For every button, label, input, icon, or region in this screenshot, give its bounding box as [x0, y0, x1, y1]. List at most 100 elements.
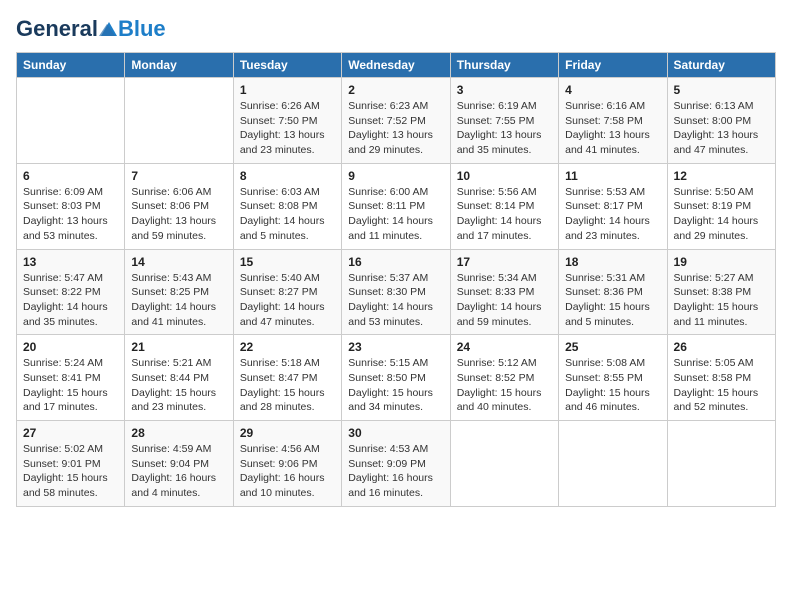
day-cell: 29Sunrise: 4:56 AM Sunset: 9:06 PM Dayli… [233, 421, 341, 507]
day-cell: 3 Sunrise: 6:19 AM Sunset: 7:55 PM Daylig… [450, 78, 558, 164]
day-cell: 14 Sunrise: 5:43 AM Sunset: 8:25 PM Dayli… [125, 249, 233, 335]
day-cell [667, 421, 775, 507]
day-number: 15 [240, 255, 335, 269]
logo-blue: Blue [118, 16, 166, 42]
day-cell [559, 421, 667, 507]
page-header: General Blue [16, 16, 776, 42]
day-cell [450, 421, 558, 507]
day-number: 10 [457, 169, 552, 183]
day-detail: Sunrise: 6:16 AM Sunset: 7:58 PM Dayligh… [565, 99, 660, 158]
day-number: 29 [240, 426, 335, 440]
day-number: 8 [240, 169, 335, 183]
day-header-sunday: Sunday [17, 53, 125, 78]
day-number: 4 [565, 83, 660, 97]
day-detail: Sunrise: 5:47 AM Sunset: 8:22 PM Dayligh… [23, 271, 118, 330]
day-number: 20 [23, 340, 118, 354]
week-row-3: 13 Sunrise: 5:47 AM Sunset: 8:22 PM Dayli… [17, 249, 776, 335]
day-detail: Sunrise: 6:06 AM Sunset: 8:06 PM Dayligh… [131, 185, 226, 244]
day-detail: Sunrise: 5:27 AM Sunset: 8:38 PM Dayligh… [674, 271, 769, 330]
day-number: 12 [674, 169, 769, 183]
day-detail: Sunrise: 6:19 AM Sunset: 7:55 PM Dayligh… [457, 99, 552, 158]
day-number: 16 [348, 255, 443, 269]
day-number: 22 [240, 340, 335, 354]
day-header-thursday: Thursday [450, 53, 558, 78]
day-detail: Sunrise: 5:08 AM Sunset: 8:55 PM Dayligh… [565, 356, 660, 415]
day-detail: Sunrise: 6:13 AM Sunset: 8:00 PM Dayligh… [674, 99, 769, 158]
day-number: 9 [348, 169, 443, 183]
logo: General Blue [16, 16, 166, 42]
day-number: 26 [674, 340, 769, 354]
day-number: 14 [131, 255, 226, 269]
day-number: 27 [23, 426, 118, 440]
day-cell: 9 Sunrise: 6:00 AM Sunset: 8:11 PM Daylig… [342, 163, 450, 249]
day-cell: 18 Sunrise: 5:31 AM Sunset: 8:36 PM Dayli… [559, 249, 667, 335]
day-cell: 19 Sunrise: 5:27 AM Sunset: 8:38 PM Dayli… [667, 249, 775, 335]
day-detail: Sunrise: 6:26 AM Sunset: 7:50 PM Dayligh… [240, 99, 335, 158]
day-number: 7 [131, 169, 226, 183]
day-cell: 17Sunrise: 5:34 AM Sunset: 8:33 PM Dayli… [450, 249, 558, 335]
day-cell: 2 Sunrise: 6:23 AM Sunset: 7:52 PM Daylig… [342, 78, 450, 164]
day-detail: Sunrise: 5:34 AM Sunset: 8:33 PM Dayligh… [457, 271, 552, 330]
day-number: 25 [565, 340, 660, 354]
day-number: 23 [348, 340, 443, 354]
day-cell [17, 78, 125, 164]
day-cell: 4 Sunrise: 6:16 AM Sunset: 7:58 PM Daylig… [559, 78, 667, 164]
day-cell: 12 Sunrise: 5:50 AM Sunset: 8:19 PM Dayli… [667, 163, 775, 249]
day-detail: Sunrise: 6:00 AM Sunset: 8:11 PM Dayligh… [348, 185, 443, 244]
week-row-4: 20Sunrise: 5:24 AM Sunset: 8:41 PM Dayli… [17, 335, 776, 421]
day-cell: 21 Sunrise: 5:21 AM Sunset: 8:44 PM Dayli… [125, 335, 233, 421]
day-number: 5 [674, 83, 769, 97]
day-detail: Sunrise: 5:40 AM Sunset: 8:27 PM Dayligh… [240, 271, 335, 330]
day-cell: 23 Sunrise: 5:15 AM Sunset: 8:50 PM Dayli… [342, 335, 450, 421]
day-cell: 13 Sunrise: 5:47 AM Sunset: 8:22 PM Dayli… [17, 249, 125, 335]
day-detail: Sunrise: 5:15 AM Sunset: 8:50 PM Dayligh… [348, 356, 443, 415]
day-detail: Sunrise: 5:12 AM Sunset: 8:52 PM Dayligh… [457, 356, 552, 415]
day-number: 21 [131, 340, 226, 354]
day-cell: 6Sunrise: 6:09 AM Sunset: 8:03 PM Daylig… [17, 163, 125, 249]
day-cell: 24Sunrise: 5:12 AM Sunset: 8:52 PM Dayli… [450, 335, 558, 421]
day-number: 3 [457, 83, 552, 97]
day-number: 13 [23, 255, 118, 269]
day-number: 2 [348, 83, 443, 97]
day-cell: 15 Sunrise: 5:40 AM Sunset: 8:27 PM Dayli… [233, 249, 341, 335]
calendar-table: SundayMondayTuesdayWednesdayThursdayFrid… [16, 52, 776, 507]
day-cell: 27 Sunrise: 5:02 AM Sunset: 9:01 PM Dayli… [17, 421, 125, 507]
day-header-wednesday: Wednesday [342, 53, 450, 78]
week-row-2: 6Sunrise: 6:09 AM Sunset: 8:03 PM Daylig… [17, 163, 776, 249]
day-header-tuesday: Tuesday [233, 53, 341, 78]
day-cell: 16 Sunrise: 5:37 AM Sunset: 8:30 PM Dayli… [342, 249, 450, 335]
day-detail: Sunrise: 5:56 AM Sunset: 8:14 PM Dayligh… [457, 185, 552, 244]
day-detail: Sunrise: 4:53 AM Sunset: 9:09 PM Dayligh… [348, 442, 443, 501]
day-cell: 25 Sunrise: 5:08 AM Sunset: 8:55 PM Dayli… [559, 335, 667, 421]
day-number: 1 [240, 83, 335, 97]
day-detail: Sunrise: 5:43 AM Sunset: 8:25 PM Dayligh… [131, 271, 226, 330]
day-cell: 11 Sunrise: 5:53 AM Sunset: 8:17 PM Dayli… [559, 163, 667, 249]
day-header-friday: Friday [559, 53, 667, 78]
day-detail: Sunrise: 5:37 AM Sunset: 8:30 PM Dayligh… [348, 271, 443, 330]
day-cell: 7 Sunrise: 6:06 AM Sunset: 8:06 PM Daylig… [125, 163, 233, 249]
day-number: 18 [565, 255, 660, 269]
day-cell: 30Sunrise: 4:53 AM Sunset: 9:09 PM Dayli… [342, 421, 450, 507]
day-number: 28 [131, 426, 226, 440]
logo-icon [99, 22, 117, 36]
day-detail: Sunrise: 5:21 AM Sunset: 8:44 PM Dayligh… [131, 356, 226, 415]
day-header-saturday: Saturday [667, 53, 775, 78]
day-number: 19 [674, 255, 769, 269]
week-row-5: 27 Sunrise: 5:02 AM Sunset: 9:01 PM Dayli… [17, 421, 776, 507]
day-cell: 1 Sunrise: 6:26 AM Sunset: 7:50 PM Daylig… [233, 78, 341, 164]
day-detail: Sunrise: 6:03 AM Sunset: 8:08 PM Dayligh… [240, 185, 335, 244]
day-number: 11 [565, 169, 660, 183]
day-detail: Sunrise: 5:53 AM Sunset: 8:17 PM Dayligh… [565, 185, 660, 244]
day-detail: Sunrise: 5:18 AM Sunset: 8:47 PM Dayligh… [240, 356, 335, 415]
day-cell: 8 Sunrise: 6:03 AM Sunset: 8:08 PM Daylig… [233, 163, 341, 249]
day-cell: 22 Sunrise: 5:18 AM Sunset: 8:47 PM Dayli… [233, 335, 341, 421]
day-detail: Sunrise: 5:50 AM Sunset: 8:19 PM Dayligh… [674, 185, 769, 244]
day-detail: Sunrise: 6:23 AM Sunset: 7:52 PM Dayligh… [348, 99, 443, 158]
week-row-1: 1 Sunrise: 6:26 AM Sunset: 7:50 PM Daylig… [17, 78, 776, 164]
day-detail: Sunrise: 5:31 AM Sunset: 8:36 PM Dayligh… [565, 271, 660, 330]
day-detail: Sunrise: 5:05 AM Sunset: 8:58 PM Dayligh… [674, 356, 769, 415]
day-cell: 10 Sunrise: 5:56 AM Sunset: 8:14 PM Dayli… [450, 163, 558, 249]
day-cell: 26 Sunrise: 5:05 AM Sunset: 8:58 PM Dayli… [667, 335, 775, 421]
day-detail: Sunrise: 5:02 AM Sunset: 9:01 PM Dayligh… [23, 442, 118, 501]
day-header-monday: Monday [125, 53, 233, 78]
